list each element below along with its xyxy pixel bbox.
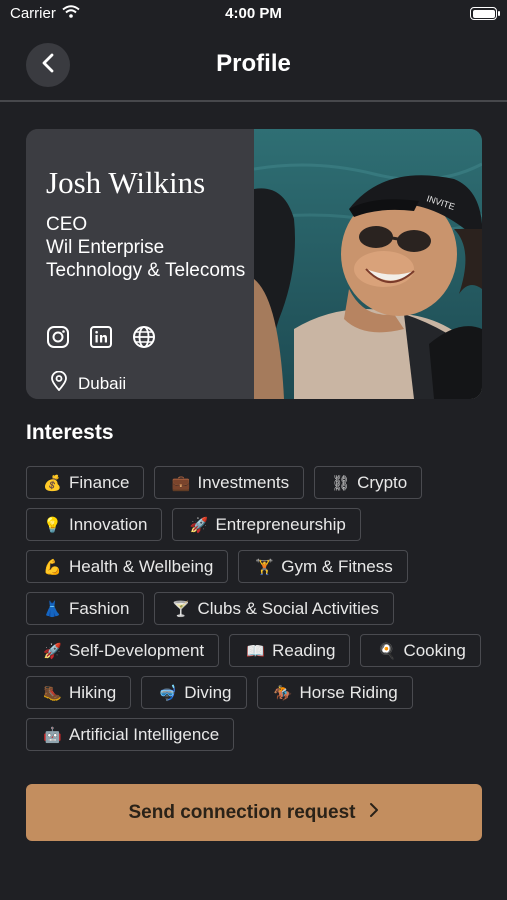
interest-chip[interactable]: 🍳 Cooking [360, 634, 481, 667]
interest-chip[interactable]: 🤖 Artificial Intelligence [26, 718, 235, 751]
profile-role: CEO [46, 214, 88, 235]
interest-emoji-icon: 🥾 [43, 683, 62, 702]
interests-list: 💰 Finance 💼 Investments ⛓ Crypto 💡 Innovation 🚀 E… [26, 466, 486, 751]
interest-emoji-icon: 📖 [246, 641, 265, 660]
interest-emoji-icon: 🤖 [43, 725, 62, 744]
interest-label: Hiking [69, 682, 117, 702]
interest-label: Horse Riding [299, 682, 398, 702]
interest-emoji-icon: 💼 [171, 473, 191, 492]
interest-emoji-icon: 👗 [43, 599, 62, 618]
interest-emoji-icon: 💡 [43, 515, 62, 534]
interest-label: Innovation [69, 514, 148, 534]
interest-label: Reading [272, 640, 336, 660]
interest-label: Entrepreneurship [215, 514, 346, 534]
interest-chip[interactable]: 💰 Finance [26, 466, 145, 499]
interest-label: Crypto [357, 472, 408, 492]
battery-icon [470, 7, 500, 20]
interest-chip[interactable]: 🍸 Clubs & Social Activities [154, 592, 394, 625]
social-links [46, 325, 156, 349]
page-title: Profile [216, 50, 291, 77]
nav-bar: Profile [0, 40, 507, 90]
interest-label: Health & Wellbeing [69, 556, 214, 576]
interest-chip[interactable]: 🏋 Gym & Fitness [238, 550, 408, 583]
profile-name: Josh Wilkins [46, 165, 206, 200]
chevron-right-icon [369, 802, 379, 823]
profile-company: Wil Enterprise Technology & Telecoms [46, 237, 246, 281]
interest-label: Investments [197, 472, 290, 492]
interest-emoji-icon: 🍳 [377, 641, 397, 660]
status-bar: Carrier 4:00 PM [0, 0, 507, 28]
interest-emoji-icon: 🍸 [171, 599, 191, 618]
linkedin-icon[interactable] [89, 325, 113, 349]
nav-divider [0, 100, 507, 102]
cta-label: Send connection request [128, 801, 356, 823]
interest-label: Finance [69, 472, 130, 492]
interest-chip[interactable]: 🥾 Hiking [26, 676, 132, 709]
profile-info: Josh Wilkins CEO Wil Enterprise Technolo… [26, 129, 254, 399]
interest-label: Self-Development [69, 640, 205, 660]
interest-emoji-icon: 🚀 [43, 641, 62, 660]
profile-screen: Carrier 4:00 PM Profile Josh Wilkins CEO… [0, 0, 507, 900]
interest-emoji-icon: 🏇 [273, 683, 293, 702]
interest-label: Clubs & Social Activities [197, 598, 379, 618]
interest-chip[interactable]: 💪 Health & Wellbeing [26, 550, 229, 583]
status-time: 4:00 PM [225, 5, 282, 22]
profile-card: Josh Wilkins CEO Wil Enterprise Technolo… [26, 129, 482, 399]
interest-label: Cooking [403, 640, 466, 660]
interest-chip[interactable]: 💡 Innovation [26, 508, 163, 541]
interest-chip[interactable]: 👗 Fashion [26, 592, 145, 625]
interest-emoji-icon: 💰 [43, 473, 62, 492]
interest-chip[interactable]: 🚀 Self-Development [26, 634, 220, 667]
interest-chip[interactable]: 📖 Reading [229, 634, 351, 667]
globe-icon[interactable] [132, 325, 156, 349]
instagram-icon[interactable] [46, 325, 70, 349]
interest-emoji-icon: 💪 [43, 557, 62, 576]
interest-emoji-icon: 🚀 [189, 515, 209, 534]
interest-label: Fashion [69, 598, 130, 618]
profile-location: Dubaii [50, 370, 127, 396]
interest-chip[interactable]: ⛓ Crypto [314, 466, 423, 499]
location-label: Dubaii [78, 373, 127, 393]
interest-emoji-icon: 🏋 [255, 557, 274, 576]
interest-chip[interactable]: 🏇 Horse Riding [256, 676, 413, 709]
interest-emoji-icon: 🤿 [158, 683, 177, 702]
interest-chip[interactable]: 🤿 Diving [141, 676, 247, 709]
interest-label: Diving [184, 682, 232, 702]
interest-chip[interactable]: 💼 Investments [154, 466, 305, 499]
send-connection-request-button[interactable]: Send connection request [26, 784, 482, 841]
interest-label: Gym & Fitness [281, 556, 393, 576]
profile-photo: INVITE [254, 129, 482, 399]
interest-emoji-icon: ⛓ [331, 473, 351, 492]
interest-chip[interactable]: 🚀 Entrepreneurship [172, 508, 361, 541]
location-pin-icon [50, 370, 68, 396]
interest-label: Artificial Intelligence [69, 724, 220, 744]
interests-heading: Interests [26, 421, 114, 444]
